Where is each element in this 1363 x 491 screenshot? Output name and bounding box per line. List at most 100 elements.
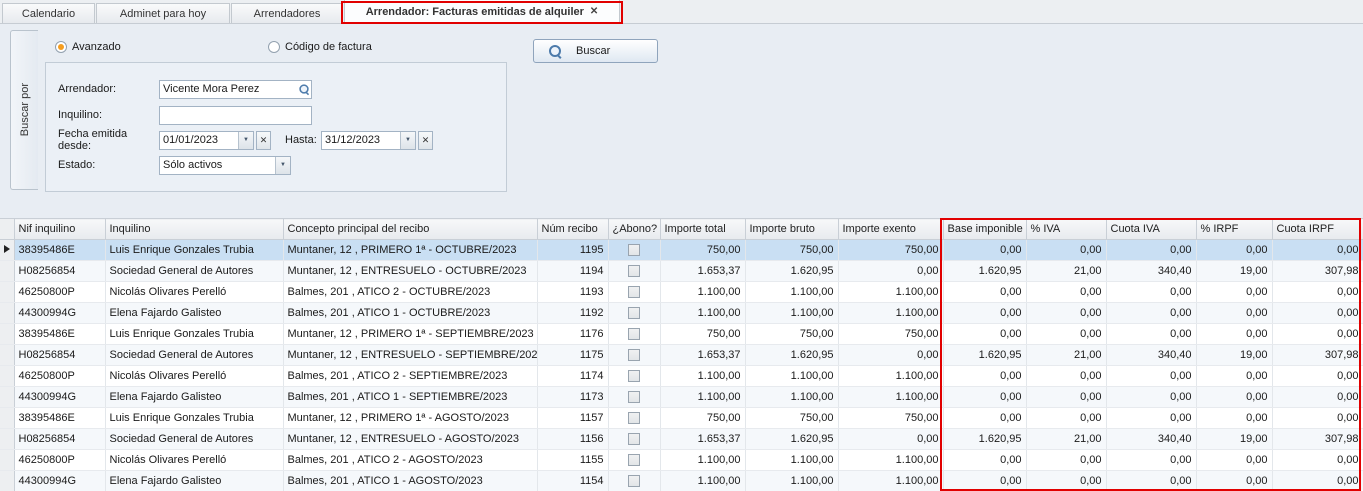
row-indicator[interactable]: [0, 429, 14, 450]
arrendador-label: Arrendador:: [58, 83, 159, 95]
cell-inquilino: Sociedad General de Autores: [105, 429, 283, 450]
inquilino-input[interactable]: [160, 107, 311, 124]
cell-pct_irpf: 0,00: [1196, 387, 1272, 408]
search-icon: [548, 44, 562, 58]
row-indicator[interactable]: [0, 261, 14, 282]
arrendador-input[interactable]: [160, 81, 296, 98]
column-header[interactable]: Concepto principal del recibo: [283, 219, 537, 240]
cell-inquilino: Luis Enrique Gonzales Trubia: [105, 408, 283, 429]
estado-dropdown[interactable]: ▼: [159, 156, 291, 175]
close-icon[interactable]: ✕: [590, 6, 598, 17]
cell-importe_total: 1.100,00: [660, 450, 745, 471]
fecha-desde-input[interactable]: [160, 132, 238, 149]
row-indicator[interactable]: [0, 303, 14, 324]
row-indicator[interactable]: [0, 387, 14, 408]
cell-importe_bruto: 1.620,95: [745, 429, 838, 450]
cell-cuota_irpf: 0,00: [1272, 450, 1363, 471]
column-header[interactable]: Importe exento: [838, 219, 943, 240]
column-header[interactable]: % IVA: [1026, 219, 1106, 240]
tab-arrendador-facturas-emitidas[interactable]: Arrendador: Facturas emitidas de alquile…: [344, 0, 620, 23]
cell-importe_total: 1.100,00: [660, 471, 745, 491]
column-header[interactable]: Núm recibo: [537, 219, 608, 240]
cell-pct_iva: 0,00: [1026, 366, 1106, 387]
cell-num_recibo: 1154: [537, 471, 608, 491]
clear-fecha-desde-icon[interactable]: ✕: [256, 131, 271, 150]
table-row[interactable]: 44300994GElena Fajardo GalisteoBalmes, 2…: [0, 303, 1363, 324]
table-row[interactable]: 46250800PNicolás Olivares PerellóBalmes,…: [0, 282, 1363, 303]
table-row[interactable]: H08256854Sociedad General de AutoresMunt…: [0, 429, 1363, 450]
clear-fecha-hasta-icon[interactable]: ✕: [418, 131, 433, 150]
table-row[interactable]: 38395486ELuis Enrique Gonzales TrubiaMun…: [0, 324, 1363, 345]
cell-num_recibo: 1194: [537, 261, 608, 282]
cell-importe_bruto: 750,00: [745, 240, 838, 261]
chevron-down-icon[interactable]: ▼: [400, 132, 415, 149]
abono-checkbox[interactable]: [628, 265, 640, 277]
cell-concepto: Muntaner, 12 , PRIMERO 1ª - OCTUBRE/2023: [283, 240, 537, 261]
table-row[interactable]: 38395486ELuis Enrique Gonzales TrubiaMun…: [0, 240, 1363, 261]
row-indicator[interactable]: [0, 282, 14, 303]
cell-concepto: Balmes, 201 , ATICO 1 - AGOSTO/2023: [283, 471, 537, 491]
cell-concepto: Balmes, 201 , ATICO 2 - SEPTIEMBRE/2023: [283, 366, 537, 387]
column-header[interactable]: Cuota IRPF: [1272, 219, 1363, 240]
row-indicator[interactable]: [0, 471, 14, 491]
abono-checkbox[interactable]: [628, 244, 640, 256]
abono-checkbox[interactable]: [628, 454, 640, 466]
radio-codigo-de-factura[interactable]: Código de factura: [268, 41, 372, 53]
table-row[interactable]: H08256854Sociedad General de AutoresMunt…: [0, 345, 1363, 366]
row-indicator[interactable]: [0, 450, 14, 471]
table-row[interactable]: 38395486ELuis Enrique Gonzales TrubiaMun…: [0, 408, 1363, 429]
search-icon[interactable]: [296, 81, 311, 98]
table-row[interactable]: 44300994GElena Fajardo GalisteoBalmes, 2…: [0, 387, 1363, 408]
column-header[interactable]: ¿Abono?: [608, 219, 660, 240]
tab-arrendadores[interactable]: Arrendadores: [231, 3, 343, 23]
abono-checkbox[interactable]: [628, 349, 640, 361]
table-row[interactable]: 44300994GElena Fajardo GalisteoBalmes, 2…: [0, 471, 1363, 491]
cell-importe_exento: 0,00: [838, 345, 943, 366]
row-indicator[interactable]: [0, 324, 14, 345]
chevron-down-icon[interactable]: ▼: [238, 132, 253, 149]
cell-pct_iva: 0,00: [1026, 387, 1106, 408]
abono-checkbox[interactable]: [628, 433, 640, 445]
column-header[interactable]: Importe total: [660, 219, 745, 240]
estado-input[interactable]: [160, 157, 275, 174]
column-header[interactable]: Base imponible: [943, 219, 1026, 240]
cell-abono: [608, 345, 660, 366]
cell-cuota_iva: 0,00: [1106, 324, 1196, 345]
radio-avanzado[interactable]: Avanzado: [55, 41, 121, 53]
cell-base_imponible: 0,00: [943, 282, 1026, 303]
table-row[interactable]: 46250800PNicolás Olivares PerellóBalmes,…: [0, 366, 1363, 387]
chevron-down-icon[interactable]: ▼: [275, 157, 290, 174]
buscar-por-side-tab[interactable]: Buscar por: [10, 30, 38, 190]
row-indicator[interactable]: [0, 240, 14, 261]
cell-importe_total: 1.100,00: [660, 303, 745, 324]
estado-label: Estado:: [58, 159, 159, 171]
abono-checkbox[interactable]: [628, 391, 640, 403]
cell-num_recibo: 1157: [537, 408, 608, 429]
column-header[interactable]: % IRPF: [1196, 219, 1272, 240]
cell-inquilino: Nicolás Olivares Perelló: [105, 282, 283, 303]
abono-checkbox[interactable]: [628, 328, 640, 340]
abono-checkbox[interactable]: [628, 370, 640, 382]
column-header[interactable]: Importe bruto: [745, 219, 838, 240]
column-header[interactable]: Nif inquilino: [14, 219, 105, 240]
abono-checkbox[interactable]: [628, 286, 640, 298]
buscar-button[interactable]: Buscar: [533, 39, 658, 63]
abono-checkbox[interactable]: [628, 412, 640, 424]
column-header[interactable]: Cuota IVA: [1106, 219, 1196, 240]
abono-checkbox[interactable]: [628, 475, 640, 487]
row-indicator[interactable]: [0, 345, 14, 366]
tab-adminet-para-hoy[interactable]: Adminet para hoy: [96, 3, 230, 23]
tab-calendario[interactable]: Calendario: [2, 3, 95, 23]
cell-importe_exento: 1.100,00: [838, 303, 943, 324]
fecha-hasta-input[interactable]: [322, 132, 400, 149]
abono-checkbox[interactable]: [628, 307, 640, 319]
cell-importe_bruto: 1.620,95: [745, 261, 838, 282]
cell-num_recibo: 1155: [537, 450, 608, 471]
table-row[interactable]: H08256854Sociedad General de AutoresMunt…: [0, 261, 1363, 282]
row-indicator[interactable]: [0, 366, 14, 387]
column-header[interactable]: Inquilino: [105, 219, 283, 240]
cell-importe_bruto: 1.100,00: [745, 450, 838, 471]
cell-base_imponible: 0,00: [943, 240, 1026, 261]
table-row[interactable]: 46250800PNicolás Olivares PerellóBalmes,…: [0, 450, 1363, 471]
row-indicator[interactable]: [0, 408, 14, 429]
